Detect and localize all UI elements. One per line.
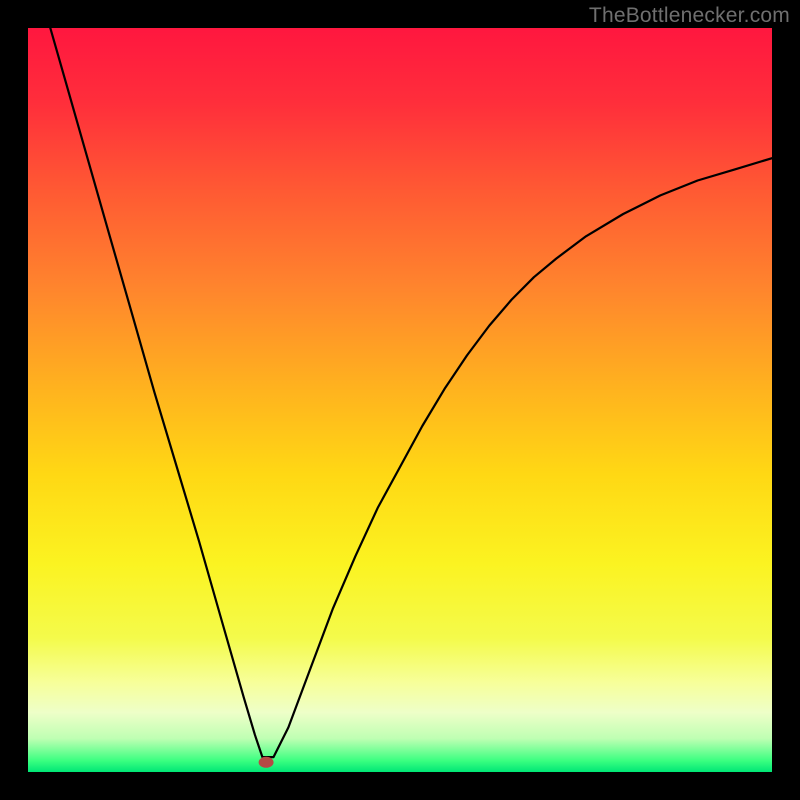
min-marker (259, 757, 273, 767)
plot-svg (28, 28, 772, 772)
plot-area (28, 28, 772, 772)
gradient-rect (28, 28, 772, 772)
watermark-text: TheBottlenecker.com (589, 4, 790, 28)
chart-frame: TheBottlenecker.com (0, 0, 800, 800)
